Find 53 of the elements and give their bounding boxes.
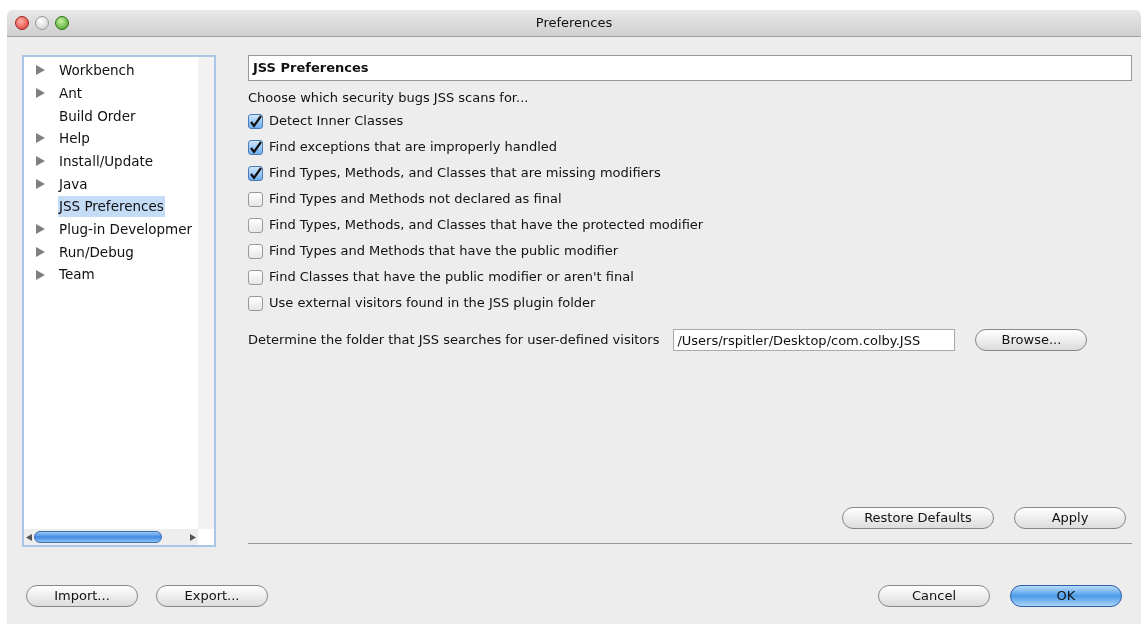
checkbox[interactable] [248, 295, 263, 311]
apply-button[interactable]: Apply [1014, 507, 1126, 529]
tree-item[interactable]: Install/Update [58, 150, 155, 172]
checkbox[interactable] [248, 217, 263, 233]
tree-item[interactable]: JSS Preferences [58, 196, 165, 217]
tree-item[interactable]: Run/Debug [58, 241, 135, 262]
close-window-icon[interactable] [15, 16, 29, 30]
intro-text: Choose which security bugs JSS scans for... [248, 89, 530, 107]
expand-triangle-icon[interactable] [36, 156, 45, 167]
option-label[interactable]: Find Types and Methods not declared as final [269, 189, 562, 209]
option-label[interactable]: Find Types and Methods that have the public modifier [269, 241, 619, 261]
expand-triangle-icon[interactable] [36, 178, 45, 189]
expand-triangle-icon[interactable] [36, 246, 45, 257]
cancel-button[interactable]: Cancel [878, 585, 990, 607]
tree-item[interactable]: Workbench [58, 60, 136, 81]
option-label[interactable]: Find Types, Methods, and Classes that have the protected modifier [269, 215, 704, 235]
option-label[interactable]: Use external visitors found in the JSS plugin folder [269, 293, 596, 313]
zoom-window-icon[interactable] [55, 16, 69, 30]
checkbox[interactable] [248, 269, 263, 285]
tree-item[interactable]: Java [58, 173, 89, 194]
expand-triangle-icon[interactable] [36, 88, 45, 99]
checkbox[interactable] [248, 113, 263, 129]
page-title-field: JSS Preferences [248, 55, 1132, 81]
checkbox[interactable] [248, 139, 263, 155]
folder-label: Determine the folder that JSS searches for user-defined visitors [248, 331, 660, 350]
scroll-right-icon[interactable] [190, 533, 196, 541]
option-label[interactable]: Detect Inner Classes [269, 111, 404, 131]
restore-defaults-button[interactable]: Restore Defaults [842, 507, 994, 529]
ok-button[interactable]: OK [1010, 585, 1122, 607]
checkbox[interactable] [248, 191, 263, 207]
window-title: Preferences [535, 14, 613, 33]
expand-triangle-icon[interactable] [36, 269, 45, 280]
tree-item[interactable]: Ant [58, 82, 84, 104]
tree-item[interactable]: Team [58, 264, 96, 285]
minimize-window-icon[interactable] [35, 16, 49, 30]
option-label[interactable]: Find Classes that have the public modifier or aren't final [269, 267, 634, 287]
expand-triangle-icon[interactable] [36, 65, 45, 76]
tree-item[interactable]: Plug-in Developmer [58, 219, 194, 240]
option-label[interactable]: Find Types, Methods, and Classes that are missing modifiers [269, 163, 661, 183]
horizontal-scrollbar[interactable] [24, 529, 198, 545]
tree-item[interactable]: Help [58, 128, 91, 149]
tree-item[interactable]: Build Order [58, 105, 137, 126]
scrollbar-thumb[interactable] [34, 531, 162, 543]
checkbox[interactable] [248, 165, 263, 181]
expand-triangle-icon[interactable] [36, 133, 45, 144]
browse-button[interactable]: Browse... [975, 329, 1088, 351]
export-button[interactable]: Export... [156, 585, 268, 607]
checkbox[interactable] [248, 243, 263, 259]
scroll-left-icon[interactable] [26, 533, 32, 541]
folder-path-field[interactable]: /Users/rspitler/Desktop/com.colby.JSS [673, 329, 956, 351]
expand-triangle-icon[interactable] [36, 224, 45, 235]
option-label[interactable]: Find exceptions that are improperly handled [269, 137, 558, 157]
import-button[interactable]: Import... [26, 585, 138, 607]
